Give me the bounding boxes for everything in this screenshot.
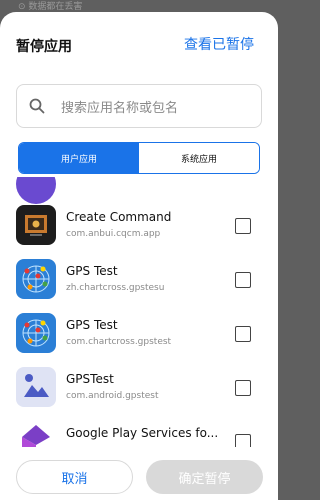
create-command-icon: [16, 205, 56, 245]
app-name: GPSTest: [66, 372, 114, 386]
list-item[interactable]: GPS Test com.chartcross.gpstest: [0, 307, 278, 361]
list-item[interactable]: GPSTest com.android.gpstest: [0, 361, 278, 415]
app-package: com.android.gpstest: [66, 391, 159, 401]
tab-user-apps[interactable]: 用户应用: [19, 143, 139, 173]
app-package: com.chartcross.gpstest: [66, 337, 172, 347]
tab-system-apps[interactable]: 系统应用: [139, 143, 259, 173]
gps-test-icon: [16, 313, 56, 353]
app-select-checkbox[interactable]: [235, 380, 251, 396]
search-icon: [29, 98, 45, 114]
confirm-pause-button[interactable]: 确定暂停: [146, 460, 263, 494]
dialog-title: 暂停应用: [16, 39, 72, 55]
app-list[interactable]: Create Command com.anbui.cqcm.app GPS Te…: [0, 177, 278, 447]
view-paused-link[interactable]: 查看已暂停: [184, 34, 254, 54]
app-name: Google Play Services fo...: [66, 426, 219, 440]
app-type-tabs: 用户应用 系统应用: [18, 142, 260, 174]
pause-apps-dialog: 暂停应用 查看已暂停 用户应用 系统应用 Create Comma: [0, 12, 278, 500]
list-item[interactable]: Google Play Services fo...: [0, 415, 278, 447]
app-name: Create Command: [66, 210, 172, 224]
app-select-checkbox[interactable]: [235, 326, 251, 342]
app-package: zh.chartcross.gpstesu: [66, 283, 165, 293]
gpstest-map-icon: [16, 367, 56, 407]
app-name: GPS Test: [66, 264, 118, 278]
cancel-button[interactable]: 取消: [16, 460, 133, 494]
app-name: GPS Test: [66, 318, 118, 332]
app-select-checkbox[interactable]: [235, 218, 251, 234]
list-item[interactable]: Create Command com.anbui.cqcm.app: [0, 199, 278, 253]
search-box[interactable]: [16, 84, 262, 128]
gps-test-icon: [16, 259, 56, 299]
google-play-services-icon: [16, 421, 56, 447]
app-package: com.anbui.cqcm.app: [66, 229, 161, 239]
app-select-checkbox[interactable]: [235, 272, 251, 288]
app-select-checkbox[interactable]: [235, 434, 251, 447]
list-item[interactable]: GPS Test zh.chartcross.gpstesu: [0, 253, 278, 307]
search-input[interactable]: [59, 93, 253, 123]
